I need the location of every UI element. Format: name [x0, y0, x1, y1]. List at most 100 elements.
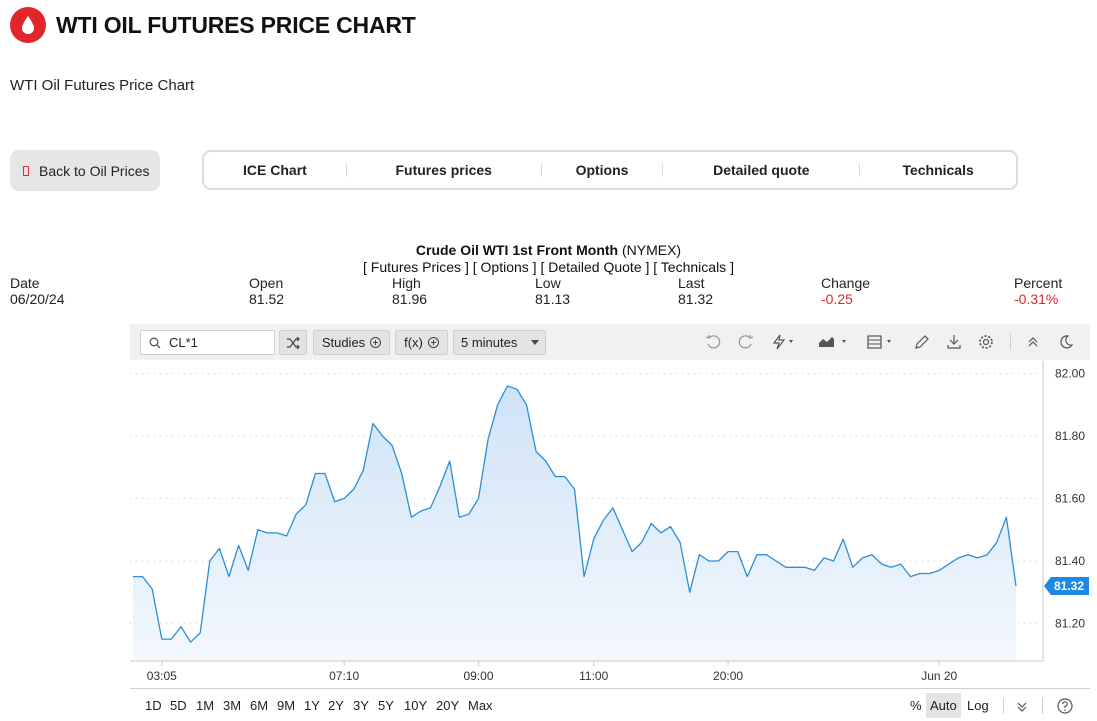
tab-detailed-quote[interactable]: Detailed quote: [663, 152, 859, 188]
page-title: WTI OIL FUTURES PRICE CHART: [56, 11, 416, 38]
tab-options[interactable]: Options: [542, 152, 663, 188]
range-10y[interactable]: 10Y: [404, 698, 427, 713]
search-icon: [149, 337, 161, 348]
scale-auto[interactable]: Auto: [926, 693, 961, 718]
back-to-oil-prices-button[interactable]: Back to Oil Prices: [10, 150, 160, 191]
price-area: [133, 386, 1016, 661]
y-tick-label: 81.40: [1055, 554, 1085, 568]
x-tick-label: 20:00: [713, 669, 743, 683]
range-1d[interactable]: 1D: [145, 698, 162, 713]
chevron-down-icon: [531, 340, 540, 345]
stat-label: Low: [535, 275, 561, 291]
quote-links: [ Futures Prices ] [ Options ] [ Detaile…: [0, 259, 1097, 275]
stat-date: Date 06/20/24: [10, 275, 65, 307]
range-5d[interactable]: 5D: [170, 698, 187, 713]
price-chart[interactable]: 82.00 81.80 81.60 81.40 81.20 03:05 07:10 09:00…: [0, 0, 1097, 721]
shuffle-icon: [287, 336, 300, 349]
redo-icon[interactable]: [738, 333, 754, 351]
x-tick-label: 09:00: [464, 669, 494, 683]
studies-label: Studies: [321, 335, 366, 350]
last-price-label: 81.32: [1054, 579, 1084, 593]
range-2y[interactable]: 2Y: [328, 698, 344, 713]
dark-mode-icon[interactable]: [1058, 333, 1074, 351]
stat-value: -0.25: [821, 291, 853, 307]
interval-select[interactable]: 5 minutes: [453, 330, 546, 355]
stat-percent: Percent -0.31%: [1014, 275, 1062, 307]
pencil-icon[interactable]: [914, 333, 930, 351]
help-icon[interactable]: [1057, 697, 1073, 715]
studies-button[interactable]: Studies: [313, 330, 390, 355]
range-bar: 1D 5D 1M 3M 6M 9M 1Y 2Y 3Y 5Y 10Y 20Y Ma…: [130, 688, 1090, 721]
download-icon[interactable]: [946, 333, 962, 351]
x-tick-label: 03:05: [147, 669, 177, 683]
scale-percent[interactable]: %: [910, 698, 922, 713]
stat-label: High: [392, 275, 421, 291]
tab-futures-prices[interactable]: Futures prices: [347, 152, 541, 188]
last-price-badge: [1044, 577, 1089, 595]
stat-label: Last: [678, 275, 705, 291]
layout-icon[interactable]: [867, 333, 897, 351]
x-tick-label: Jun 20: [921, 669, 957, 683]
symbol-search-input[interactable]: CL*1: [140, 330, 275, 355]
range-1y[interactable]: 1Y: [304, 698, 320, 713]
y-tick-label: 81.20: [1055, 617, 1085, 631]
range-20y[interactable]: 20Y: [436, 698, 459, 713]
undo-icon[interactable]: [705, 333, 721, 351]
stat-value: 81.13: [535, 291, 571, 307]
tab-ice-chart[interactable]: ICE Chart: [204, 152, 346, 188]
range-1m[interactable]: 1M: [196, 698, 214, 713]
expand-down-icon[interactable]: [1016, 698, 1028, 716]
link-options[interactable]: [ Options ]: [473, 259, 537, 275]
x-tick-label: 11:00: [579, 669, 608, 683]
price-line: [132, 385, 1017, 643]
quote-tabs: ICE Chart Futures prices Options Detaile…: [202, 150, 1018, 190]
stat-low: Low 81.13: [535, 275, 570, 307]
scale-log[interactable]: Log: [967, 698, 989, 713]
page-subtitle: WTI Oil Futures Price Chart: [10, 77, 195, 94]
range-divider: [1042, 698, 1043, 714]
compare-button[interactable]: [279, 330, 307, 355]
stat-value: -0.31%: [1014, 291, 1059, 307]
stat-last: Last 81.32: [678, 275, 713, 307]
range-divider: [1003, 698, 1004, 714]
drawing-tools-icon[interactable]: [771, 333, 797, 351]
stat-open: Open 81.52: [249, 275, 284, 307]
range-max[interactable]: Max: [468, 698, 493, 713]
functions-label: f(x): [404, 335, 423, 350]
functions-button[interactable]: f(x): [395, 330, 448, 355]
stat-value: 81.32: [678, 291, 714, 307]
stat-change: Change -0.25: [821, 275, 870, 307]
stat-label: Open: [249, 275, 284, 291]
link-futures-prices[interactable]: [ Futures Prices ]: [363, 259, 469, 275]
stat-label: Percent: [1014, 275, 1063, 291]
range-3m[interactable]: 3M: [223, 698, 241, 713]
add-circle-icon: [370, 337, 382, 348]
chart-toolbar: CL*1 Studies f(x) 5 minutes: [130, 324, 1090, 360]
symbol-value: CL*1: [169, 335, 198, 350]
oil-drop-icon: [10, 7, 46, 43]
stat-value: 81.52: [249, 291, 285, 307]
collapse-icon[interactable]: [1027, 333, 1039, 351]
instrument-name: Crude Oil WTI 1st Front Month: [415, 242, 619, 258]
toolbar-divider: [1010, 334, 1011, 350]
range-6m[interactable]: 6M: [250, 698, 268, 713]
tab-technicals[interactable]: Technicals: [860, 152, 1016, 188]
chart-type-icon[interactable]: [818, 333, 850, 351]
back-icon: [23, 165, 29, 176]
y-tick-label: 82.00: [1055, 367, 1085, 381]
link-technicals[interactable]: [ Technicals ]: [653, 259, 734, 275]
range-5y[interactable]: 5Y: [378, 698, 394, 713]
range-3y[interactable]: 3Y: [353, 698, 369, 713]
link-detailed-quote[interactable]: [ Detailed Quote ]: [540, 259, 649, 275]
stat-value: 06/20/24: [10, 291, 65, 307]
range-9m[interactable]: 9M: [277, 698, 295, 713]
quote-heading: Crude Oil WTI 1st Front Month (NYMEX): [0, 242, 1097, 258]
settings-icon[interactable]: [978, 333, 994, 351]
exchange-name: (NYMEX): [621, 242, 682, 258]
add-circle-icon: [427, 337, 439, 348]
interval-label: 5 minutes: [461, 335, 518, 350]
stat-label: Date: [10, 275, 40, 291]
x-tick-label: 07:10: [329, 669, 359, 683]
y-tick-label: 81.60: [1055, 492, 1085, 506]
stat-value: 81.96: [392, 291, 428, 307]
